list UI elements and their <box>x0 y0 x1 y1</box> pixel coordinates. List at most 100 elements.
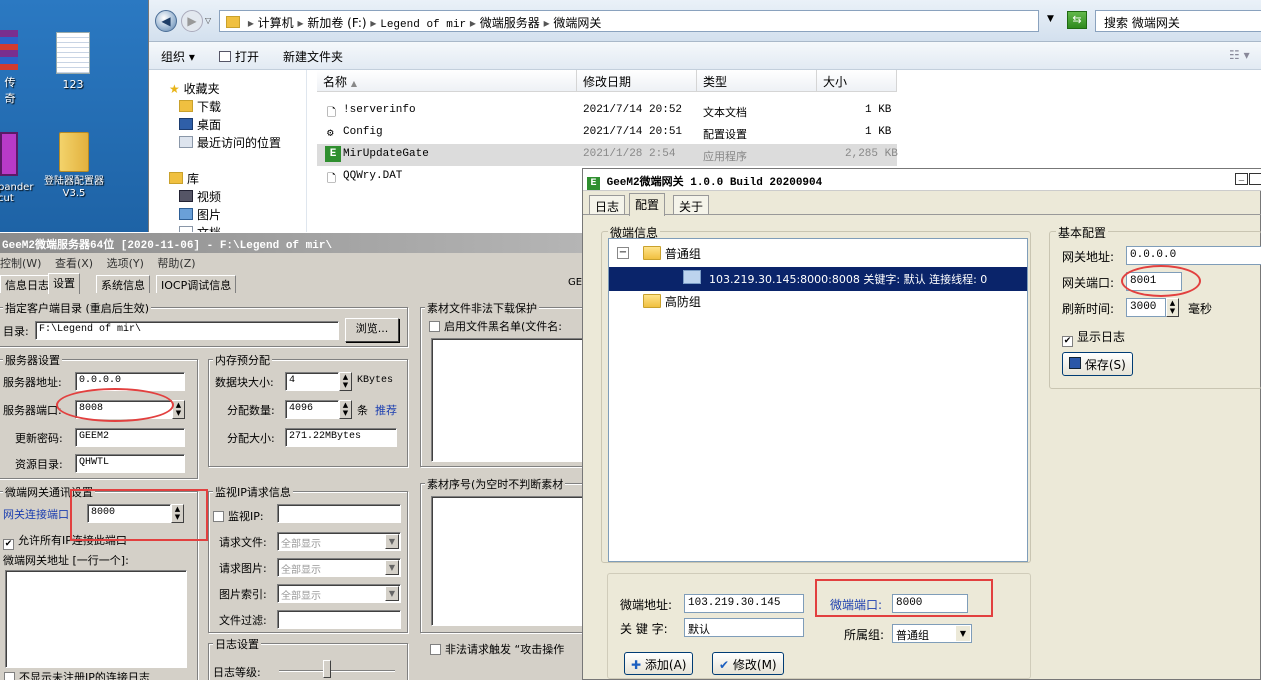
gateway-addr-input[interactable]: 0.0.0.0 <box>1126 246 1261 265</box>
keyword-input[interactable]: 默认 <box>684 618 804 637</box>
exe-icon: E <box>325 146 341 162</box>
maximize-icon[interactable] <box>1249 173 1261 185</box>
block-size-spinner[interactable]: ▲ ▼ <box>339 372 352 391</box>
blacklist-textarea[interactable] <box>431 338 591 462</box>
menu-options[interactable]: 选项(Y) <box>107 257 144 270</box>
illegal-request-checkbox[interactable]: 非法请求触发 “攻击操作 <box>430 641 564 657</box>
modify-button[interactable]: ✔ 修改(M) <box>712 652 784 675</box>
refresh-time-input[interactable]: 3000 <box>1126 298 1166 317</box>
column-size[interactable]: 大小 <box>817 70 897 92</box>
nav-docs[interactable]: 文档 <box>179 224 221 232</box>
file-row-config[interactable]: ⚙ Config 2021/7/14 20:51 配置设置 1 KB <box>317 122 1057 144</box>
server-port-spinner[interactable]: ▲ ▼ <box>172 400 185 419</box>
block-size-input[interactable]: 4 <box>285 372 339 391</box>
gate-tree[interactable]: − 普通组 103.219.30.145:8000:8008 关键字: 默认 连… <box>608 238 1028 562</box>
save-button[interactable]: 保存(S) <box>1062 352 1133 376</box>
desktop-icon-pander[interactable]: pander cut <box>0 132 33 204</box>
search-input[interactable]: 搜索 微端网关 <box>1095 10 1261 32</box>
request-file-select[interactable]: 全部显示 <box>277 532 401 551</box>
update-password-input[interactable]: GEEM2 <box>75 428 185 447</box>
recent-pages-chevron-icon[interactable]: ▽ <box>205 16 211 25</box>
browse-button[interactable]: 浏览... <box>345 318 399 342</box>
material-seq-textarea[interactable] <box>431 496 591 626</box>
desktop-icon-123[interactable]: 123 <box>48 32 98 91</box>
hide-unregistered-checkbox[interactable]: 不显示未注册IP的连接日志 <box>4 669 150 680</box>
refresh-icon[interactable]: ⇆ <box>1067 11 1087 29</box>
chevron-down-icon[interactable]: ▼ <box>385 586 399 601</box>
new-folder-button[interactable]: 新建文件夹 <box>283 48 343 65</box>
breadcrumb-gate[interactable]: 微端网关 <box>553 16 601 30</box>
desktop-icon-legend[interactable]: 传奇 <box>0 30 20 106</box>
micro-addr-input[interactable]: 103.219.30.145 <box>684 594 804 613</box>
image-index-select[interactable]: 全部显示 <box>277 584 401 603</box>
chevron-down-icon[interactable]: ▼ <box>956 626 970 641</box>
breadcrumb-computer[interactable]: 计算机 <box>258 16 294 30</box>
resource-dir-input[interactable]: QHWTL <box>75 454 185 473</box>
monitor-ip-input[interactable] <box>277 504 401 523</box>
file-row-mirupdategate[interactable]: E MirUpdateGate 2021/1/28 2:54 应用程序 2,28… <box>317 144 898 166</box>
tab-log[interactable]: 日志 <box>589 195 626 214</box>
column-modified[interactable]: 修改日期 <box>577 70 697 92</box>
menu-control[interactable]: 控制(W) <box>0 257 41 270</box>
micro-port-input[interactable]: 8000 <box>892 594 968 613</box>
add-button[interactable]: ✚ 添加(A) <box>624 652 694 675</box>
request-image-select[interactable]: 全部显示 <box>277 558 401 577</box>
desktop-icon-launcher-config[interactable]: 登陆器配置器 V3.5 <box>34 132 114 200</box>
column-type[interactable]: 类型 <box>697 70 817 92</box>
monitor-ip-checkbox[interactable]: 监视IP: <box>213 508 264 524</box>
organize-button[interactable]: 组织 ▾ <box>161 48 195 65</box>
minimize-icon[interactable]: _ <box>1235 173 1248 185</box>
monitor-group: 监视IP请求信息 监视IP: 请求文件: 全部显示 ▼ 请求图片: 全部显示 ▼… <box>208 484 408 633</box>
tab-settings[interactable]: 设置 <box>48 273 80 294</box>
back-button[interactable]: ◀ <box>155 10 177 32</box>
allow-all-ip-checkbox[interactable]: ✔ 允许所有IP连接此端口 <box>3 532 127 550</box>
breadcrumb-drive[interactable]: 新加卷 (F:) <box>307 16 366 30</box>
nav-desktop[interactable]: 桌面 <box>179 116 221 133</box>
server-port-input[interactable]: 8008 <box>75 400 173 419</box>
gate-port-input[interactable]: 8000 <box>87 504 171 523</box>
tab-iocp-debug[interactable]: IOCP调试信息 <box>156 275 237 293</box>
nav-videos[interactable]: 视频 <box>179 188 221 205</box>
address-dropdown-icon[interactable]: ▼ <box>1047 14 1054 24</box>
tree-group-normal[interactable]: 普通组 <box>643 245 701 262</box>
blacklist-checkbox[interactable]: 启用文件黑名单(文件名: <box>429 318 562 334</box>
file-filter-input[interactable] <box>277 610 401 629</box>
refresh-time-spinner[interactable]: ▲ ▼ <box>1166 298 1179 317</box>
recommend-link[interactable]: 推荐 <box>375 402 397 418</box>
menu-help[interactable]: 帮助(Z) <box>157 257 195 270</box>
gateway-port-input[interactable]: 8001 <box>1126 272 1182 291</box>
chevron-down-icon[interactable]: ▼ <box>385 534 399 549</box>
nav-favorites[interactable]: ★ 收藏夹 <box>169 80 220 97</box>
chevron-down-icon[interactable]: ▼ <box>385 560 399 575</box>
forward-button[interactable]: ▶ <box>181 10 203 32</box>
client-dir-input[interactable]: F:\Legend of mir\ <box>35 321 339 340</box>
menu-view[interactable]: 查看(X) <box>55 257 93 270</box>
collapse-icon[interactable]: − <box>617 247 629 259</box>
tab-config[interactable]: 配置 <box>629 193 666 216</box>
alloc-count-spinner[interactable]: ▲ ▼ <box>339 400 352 419</box>
log-level-slider[interactable] <box>279 670 395 672</box>
file-row-serverinfo[interactable]: 🗋 !serverinfo 2021/7/14 20:52 文本文档 1 KB <box>317 100 1057 122</box>
tree-server-entry[interactable]: 103.219.30.145:8000:8008 关键字: 默认 连接线程: 0 <box>609 267 1027 291</box>
tab-info-log[interactable]: 信息日志 <box>0 275 54 293</box>
nav-downloads[interactable]: 下载 <box>179 98 221 115</box>
breadcrumb-legend[interactable]: Legend of mir <box>380 19 466 31</box>
breadcrumb-server[interactable]: 微端服务器 <box>480 16 540 30</box>
gate-address-list[interactable] <box>5 570 187 668</box>
slider-thumb[interactable] <box>323 660 331 678</box>
show-log-checkbox[interactable]: ✔ 显示日志 <box>1062 328 1125 347</box>
column-name[interactable]: 名称 ▲ <box>317 70 577 92</box>
open-button[interactable]: 打开 <box>219 48 259 65</box>
tab-about[interactable]: 关于 <box>673 195 710 214</box>
nav-pictures[interactable]: 图片 <box>179 206 221 223</box>
nav-recent[interactable]: 最近访问的位置 <box>179 134 281 151</box>
server-addr-input[interactable]: 0.0.0.0 <box>75 372 185 391</box>
alloc-size-input: 271.22MBytes <box>285 428 397 447</box>
tab-system-info[interactable]: 系统信息 <box>96 275 150 293</box>
view-options-icon[interactable]: ☷ ▾ <box>1229 48 1250 62</box>
nav-libraries[interactable]: 库 <box>169 170 199 187</box>
gate-port-spinner[interactable]: ▲ ▼ <box>171 504 184 523</box>
tree-group-defense[interactable]: 高防组 <box>643 293 701 310</box>
breadcrumb[interactable]: ▸ 计算机 ▸ 新加卷 (F:) ▸ Legend of mir ▸ 微端服务器… <box>219 10 1039 32</box>
alloc-count-input[interactable]: 4096 <box>285 400 339 419</box>
